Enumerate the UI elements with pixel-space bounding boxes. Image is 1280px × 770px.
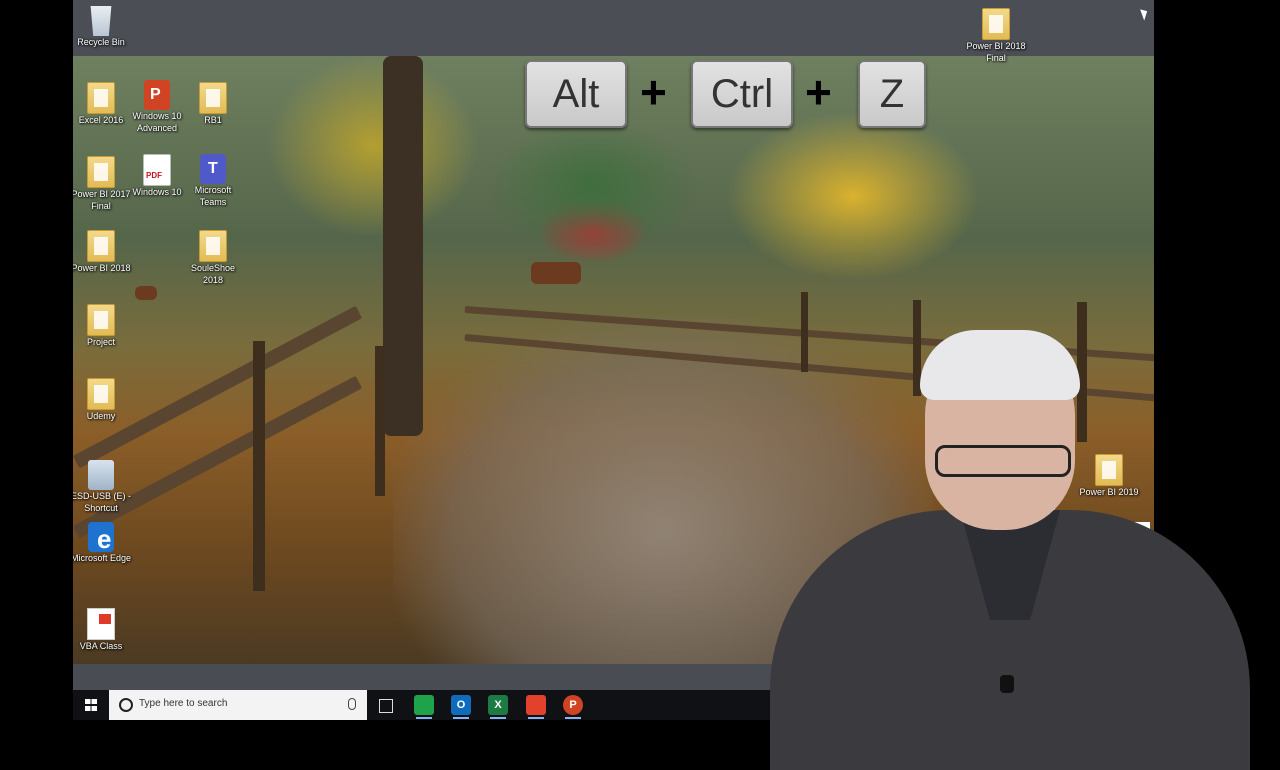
teams-icon [200, 154, 226, 184]
wallpaper-tree-trunk [383, 56, 423, 436]
taskbar-app-powerpoint[interactable]: P [563, 695, 583, 719]
desktop-icon-project[interactable]: Project [73, 304, 132, 348]
desktop-icon-microsoft-edge[interactable]: Microsoft Edge [73, 522, 132, 564]
folder-icon [87, 82, 115, 114]
desktop-icon-power-bi-2017-final[interactable]: Power BI 2017 Final [73, 156, 132, 212]
folder-icon [982, 8, 1010, 40]
windows-logo-icon [85, 699, 97, 711]
search-placeholder: Type here to search [139, 698, 228, 709]
desktop-icon-microsoft-teams[interactable]: Microsoft Teams [182, 154, 244, 208]
search-icon [119, 698, 133, 712]
desktop-icon-udemy[interactable]: Udemy [73, 378, 132, 422]
powerpoint-file-icon [144, 80, 170, 110]
desktop-icon-souleshoe-2018[interactable]: SouleShoe 2018 [182, 230, 244, 286]
desktop-icon-vba-class[interactable]: VBA Class [73, 608, 132, 652]
wallpaper-horse [135, 286, 157, 300]
taskbar-app-camtasia-recorder[interactable] [526, 695, 546, 719]
task-view-icon[interactable] [379, 699, 393, 713]
folder-icon [87, 156, 115, 188]
usb-drive-icon [88, 460, 114, 490]
folder-icon [87, 230, 115, 262]
folder-icon [87, 378, 115, 410]
taskbar-app-outlook[interactable]: O [451, 695, 471, 719]
folder-icon [199, 82, 227, 114]
key-plus-separator: + [805, 66, 832, 118]
presenter-webcam-overlay [760, 330, 1260, 770]
taskbar-app-excel[interactable]: X [488, 695, 508, 719]
desktop-icon-excel-2016[interactable]: Excel 2016 [73, 82, 132, 126]
key-alt: Alt [525, 60, 627, 128]
wallpaper-fence-post [253, 341, 265, 591]
presenter-hair [920, 330, 1080, 400]
edge-icon [88, 522, 114, 555]
key-plus-separator: + [640, 66, 667, 118]
folder-icon [199, 230, 227, 262]
lapel-microphone-icon [1000, 675, 1014, 693]
desktop-icon-windows-10[interactable]: Windows 10 [126, 154, 188, 198]
taskbar-search-box[interactable]: Type here to search [109, 690, 367, 720]
folder-icon [87, 304, 115, 336]
key-z: Z [858, 60, 926, 128]
desktop-icon-power-bi-2018-final[interactable]: Power BI 2018 Final [965, 8, 1027, 64]
desktop-icon-rb1[interactable]: RB1 [182, 82, 244, 126]
vba-class-thumbnail-icon [87, 608, 115, 640]
start-button[interactable] [73, 690, 109, 720]
pdf-file-icon [143, 154, 171, 186]
key-ctrl: Ctrl [691, 60, 793, 128]
desktop-icon-windows-10-advanced[interactable]: Windows 10 Advanced [126, 80, 188, 134]
wallpaper-fence-post [375, 346, 385, 496]
desktop-icon-esd-usb-shortcut[interactable]: ESD-USB (E) - Shortcut [73, 460, 132, 514]
microphone-icon[interactable] [348, 698, 356, 710]
taskbar-app-camtasia[interactable] [414, 695, 434, 719]
recycle-bin-icon [90, 6, 112, 36]
wallpaper-horse [531, 262, 581, 284]
presenter-glasses [935, 445, 1071, 477]
desktop-icon-recycle-bin[interactable]: Recycle Bin [73, 6, 132, 48]
desktop-icon-power-bi-2018[interactable]: Power BI 2018 [73, 230, 132, 274]
